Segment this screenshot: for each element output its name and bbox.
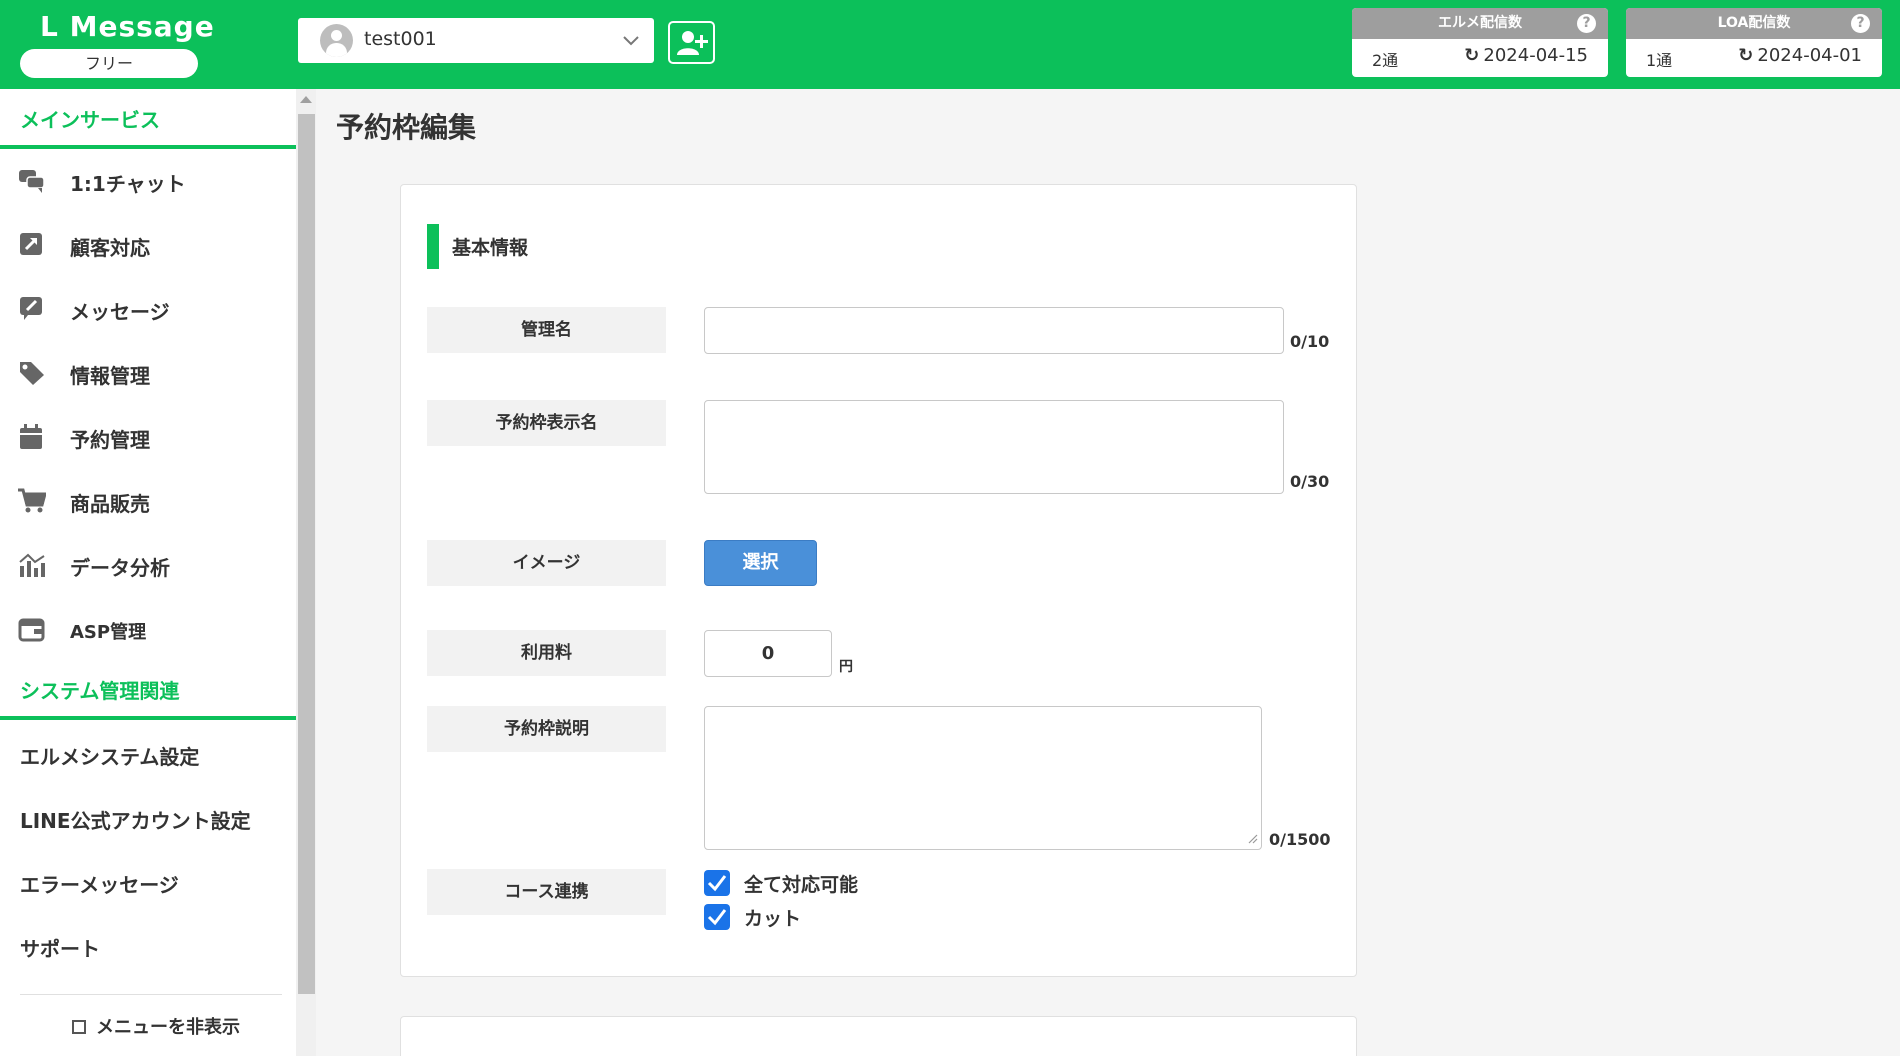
lme-quota-title: エルメ配信数 [1438, 15, 1522, 31]
edit-message-icon [20, 297, 42, 320]
course-all-label[interactable]: 全て対応可能 [744, 870, 858, 897]
sidebar-item-reservation[interactable]: 予約管理 [0, 410, 296, 464]
hide-menu-button[interactable]: メニューを非表示 [72, 1013, 240, 1039]
loa-quota-date: 2024-04-01 [1757, 45, 1862, 66]
chat-icon [19, 170, 45, 193]
sidebar-item-lme-settings[interactable]: エルメシステム設定 [0, 727, 296, 781]
check-icon [707, 909, 727, 926]
sidebar: メインサービス 1:1チャット 顧客対応 メッセージ 情報管理 予約管理 商品販… [0, 89, 296, 1056]
sidebar-item-error-message[interactable]: エラーメッセージ [0, 855, 296, 909]
section-title: 基本情報 [452, 237, 529, 259]
description-counter: 0/1500 [1269, 830, 1331, 849]
sidebar-item-label: 顧客対応 [70, 236, 150, 260]
sidebar-item-message[interactable]: メッセージ [0, 282, 296, 336]
sidebar-item-chat[interactable]: 1:1チャット [0, 154, 296, 208]
sidebar-item-support[interactable]: サポート [0, 919, 296, 973]
sidebar-section-system: システム管理関連 [20, 679, 180, 703]
scroll-up-icon[interactable] [300, 96, 312, 103]
course-cut-label[interactable]: カット [744, 904, 801, 931]
section-accent [427, 224, 439, 269]
sidebar-item-label: 1:1チャット [70, 172, 186, 196]
add-user-icon [677, 31, 708, 55]
chart-icon [19, 553, 45, 577]
wallet-icon [18, 618, 45, 642]
admin-name-counter: 0/10 [1290, 332, 1330, 351]
sidebar-item-label: 情報管理 [70, 364, 150, 388]
sidebar-item-label: メッセージ [70, 300, 170, 324]
divider [0, 716, 296, 720]
description-label: 予約枠説明 [427, 706, 666, 752]
sidebar-item-analytics[interactable]: データ分析 [0, 538, 296, 592]
lme-quota-date: 2024-04-15 [1483, 45, 1588, 66]
sidebar-item-label: ASP管理 [70, 622, 147, 643]
scrollbar-thumb[interactable] [298, 114, 315, 994]
sidebar-item-label: データ分析 [70, 556, 170, 580]
admin-name-label: 管理名 [427, 307, 666, 353]
fee-label: 利用料 [427, 630, 666, 676]
sidebar-item-label: 予約管理 [70, 428, 150, 452]
loa-quota-panel: LOA配信数 ? 1通 ↻ 2024-04-01 [1626, 8, 1882, 77]
tag-icon [20, 362, 44, 385]
sidebar-item-label: サポート [20, 937, 100, 961]
course-cut-checkbox[interactable] [704, 904, 730, 930]
course-label: コース連携 [427, 869, 666, 915]
plan-badge: フリー [20, 49, 198, 78]
sidebar-item-asp[interactable]: ASP管理 [0, 602, 296, 656]
sidebar-item-label: 商品販売 [70, 492, 150, 516]
course-all-checkbox[interactable] [704, 870, 730, 896]
check-icon [707, 875, 727, 892]
display-name-counter: 0/30 [1290, 472, 1330, 491]
sidebar-item-label: エルメシステム設定 [20, 745, 200, 769]
avatar [320, 24, 353, 57]
add-account-button[interactable] [668, 21, 715, 64]
resize-handle-icon[interactable] [1248, 834, 1258, 844]
help-icon[interactable]: ? [1851, 14, 1870, 33]
refresh-icon[interactable]: ↻ [1464, 45, 1479, 66]
app-logo[interactable]: L Message [40, 10, 215, 43]
next-card [400, 1016, 1357, 1056]
fee-input[interactable]: 0 [704, 630, 832, 677]
description-textarea[interactable] [704, 706, 1262, 850]
hide-menu-label: メニューを非表示 [96, 1017, 240, 1038]
loa-quota-count: 1通 [1646, 51, 1673, 70]
sidebar-item-sales[interactable]: 商品販売 [0, 474, 296, 528]
admin-name-input[interactable] [704, 307, 1284, 354]
loa-quota-title: LOA配信数 [1717, 15, 1791, 31]
account-name: test001 [364, 28, 437, 50]
lme-quota-panel: エルメ配信数 ? 2通 ↻ 2024-04-15 [1352, 8, 1608, 77]
divider [0, 145, 296, 149]
calendar-icon [20, 424, 42, 449]
divider [20, 994, 282, 995]
top-header: L Message フリー test001 エルメ配信数 ? 2通 ↻ 2024-… [0, 0, 1900, 89]
display-name-input[interactable] [704, 400, 1284, 494]
image-select-button[interactable]: 選択 [704, 540, 817, 586]
refresh-icon[interactable]: ↻ [1738, 45, 1753, 66]
arrow-square-icon [20, 233, 42, 255]
page-title: 予約枠編集 [336, 111, 477, 144]
fee-unit: 円 [839, 659, 853, 675]
sidebar-item-line-settings[interactable]: LINE公式アカウント設定 [0, 791, 296, 845]
lme-quota-count: 2通 [1372, 51, 1399, 70]
sidebar-item-info[interactable]: 情報管理 [0, 346, 296, 400]
help-icon[interactable]: ? [1577, 14, 1596, 33]
sidebar-item-customer[interactable]: 顧客対応 [0, 218, 296, 272]
cart-icon [18, 488, 46, 513]
image-label: イメージ [427, 540, 666, 586]
account-select[interactable]: test001 [298, 18, 654, 63]
sidebar-item-label: エラーメッセージ [20, 873, 179, 897]
sidebar-item-label: LINE公式アカウント設定 [20, 809, 251, 833]
chevron-down-icon [623, 36, 639, 46]
display-name-label: 予約枠表示名 [427, 400, 666, 446]
sidebar-section-main: メインサービス [20, 108, 160, 132]
collapse-icon [72, 1020, 86, 1034]
